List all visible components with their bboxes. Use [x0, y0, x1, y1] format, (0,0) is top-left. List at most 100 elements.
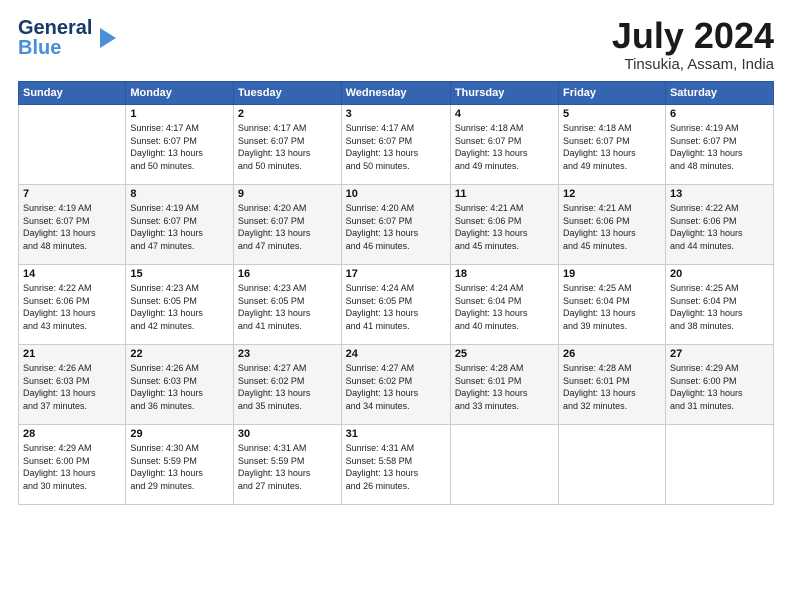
calendar-cell: 12Sunrise: 4:21 AM Sunset: 6:06 PM Dayli… — [559, 185, 666, 265]
day-number: 14 — [23, 268, 121, 280]
calendar-cell — [665, 425, 773, 505]
calendar-cell: 8 Sunrise: 4:19 AM Sunset: 6:07 PM Daylig… — [126, 185, 234, 265]
day-number: 28 — [23, 428, 121, 440]
header-sunday: Sunday — [19, 82, 126, 105]
day-info: Sunrise: 4:28 AM Sunset: 6:01 PM Dayligh… — [563, 362, 661, 412]
calendar-cell: 10 Sunrise: 4:20 AM Sunset: 6:07 PM Dayli… — [341, 185, 450, 265]
day-info: Sunrise: 4:27 AM Sunset: 6:02 PM Dayligh… — [346, 362, 446, 412]
month-year: July 2024 — [612, 18, 774, 54]
logo-blue-text: Blue — [18, 38, 92, 58]
calendar-cell: 1Sunrise: 4:17 AM Sunset: 6:07 PM Daylig… — [126, 105, 234, 185]
day-info: Sunrise: 4:25 AM Sunset: 6:04 PM Dayligh… — [670, 282, 769, 332]
calendar-cell: 17 Sunrise: 4:24 AM Sunset: 6:05 PM Dayli… — [341, 265, 450, 345]
day-number: 26 — [563, 348, 661, 360]
calendar-week-row: 7 Sunrise: 4:19 AM Sunset: 6:07 PM Daylig… — [19, 185, 774, 265]
calendar-table: Sunday Monday Tuesday Wednesday Thursday… — [18, 81, 774, 505]
calendar-cell: 13 Sunrise: 4:22 AM Sunset: 6:06 PM Dayli… — [665, 185, 773, 265]
day-number: 13 — [670, 188, 769, 200]
calendar-week-row: 1Sunrise: 4:17 AM Sunset: 6:07 PM Daylig… — [19, 105, 774, 185]
calendar-cell: 19 Sunrise: 4:25 AM Sunset: 6:04 PM Dayli… — [559, 265, 666, 345]
calendar-cell: 29 Sunrise: 4:30 AM Sunset: 5:59 PM Dayli… — [126, 425, 234, 505]
day-number: 2 — [238, 108, 337, 120]
calendar-cell: 23 Sunrise: 4:27 AM Sunset: 6:02 PM Dayli… — [233, 345, 341, 425]
calendar-cell: 18 Sunrise: 4:24 AM Sunset: 6:04 PM Dayli… — [450, 265, 558, 345]
day-info: Sunrise: 4:29 AM Sunset: 6:00 PM Dayligh… — [23, 442, 121, 492]
calendar-cell — [559, 425, 666, 505]
day-number: 17 — [346, 268, 446, 280]
day-info: Sunrise: 4:22 AM Sunset: 6:06 PM Dayligh… — [670, 202, 769, 252]
logo: General Blue — [18, 18, 122, 58]
day-info: Sunrise: 4:31 AM Sunset: 5:58 PM Dayligh… — [346, 442, 446, 492]
day-info: Sunrise: 4:18 AM Sunset: 6:07 PM Dayligh… — [563, 122, 661, 172]
header-friday: Friday — [559, 82, 666, 105]
day-number: 27 — [670, 348, 769, 360]
calendar-cell: 20 Sunrise: 4:25 AM Sunset: 6:04 PM Dayli… — [665, 265, 773, 345]
day-info: Sunrise: 4:19 AM Sunset: 6:07 PM Dayligh… — [670, 122, 769, 172]
calendar-cell: 25Sunrise: 4:28 AM Sunset: 6:01 PM Dayli… — [450, 345, 558, 425]
day-info: Sunrise: 4:18 AM Sunset: 6:07 PM Dayligh… — [455, 122, 554, 172]
header-wednesday: Wednesday — [341, 82, 450, 105]
header-tuesday: Tuesday — [233, 82, 341, 105]
day-info: Sunrise: 4:25 AM Sunset: 6:04 PM Dayligh… — [563, 282, 661, 332]
day-number: 30 — [238, 428, 337, 440]
calendar-cell: 28 Sunrise: 4:29 AM Sunset: 6:00 PM Dayli… — [19, 425, 126, 505]
day-number: 10 — [346, 188, 446, 200]
title-block: July 2024 Tinsukia, Assam, India — [612, 18, 774, 73]
calendar-cell: 9 Sunrise: 4:20 AM Sunset: 6:07 PM Daylig… — [233, 185, 341, 265]
calendar-cell: 26 Sunrise: 4:28 AM Sunset: 6:01 PM Dayli… — [559, 345, 666, 425]
calendar-cell: 24 Sunrise: 4:27 AM Sunset: 6:02 PM Dayli… — [341, 345, 450, 425]
day-info: Sunrise: 4:30 AM Sunset: 5:59 PM Dayligh… — [130, 442, 229, 492]
day-number: 19 — [563, 268, 661, 280]
day-info: Sunrise: 4:31 AM Sunset: 5:59 PM Dayligh… — [238, 442, 337, 492]
calendar-cell: 7 Sunrise: 4:19 AM Sunset: 6:07 PM Daylig… — [19, 185, 126, 265]
day-info: Sunrise: 4:17 AM Sunset: 6:07 PM Dayligh… — [130, 122, 229, 172]
calendar-cell: 14 Sunrise: 4:22 AM Sunset: 6:06 PM Dayli… — [19, 265, 126, 345]
day-info: Sunrise: 4:19 AM Sunset: 6:07 PM Dayligh… — [23, 202, 121, 252]
day-number: 15 — [130, 268, 229, 280]
day-info: Sunrise: 4:20 AM Sunset: 6:07 PM Dayligh… — [238, 202, 337, 252]
day-info: Sunrise: 4:27 AM Sunset: 6:02 PM Dayligh… — [238, 362, 337, 412]
calendar-cell: 22Sunrise: 4:26 AM Sunset: 6:03 PM Dayli… — [126, 345, 234, 425]
day-number: 20 — [670, 268, 769, 280]
calendar-cell — [450, 425, 558, 505]
logo-general-text: General — [18, 18, 92, 38]
day-number: 7 — [23, 188, 121, 200]
header-saturday: Saturday — [665, 82, 773, 105]
calendar-week-row: 14 Sunrise: 4:22 AM Sunset: 6:06 PM Dayli… — [19, 265, 774, 345]
day-number: 25 — [455, 348, 554, 360]
day-number: 31 — [346, 428, 446, 440]
location: Tinsukia, Assam, India — [612, 56, 774, 73]
day-number: 24 — [346, 348, 446, 360]
day-info: Sunrise: 4:26 AM Sunset: 6:03 PM Dayligh… — [23, 362, 121, 412]
calendar-cell: 5 Sunrise: 4:18 AM Sunset: 6:07 PM Daylig… — [559, 105, 666, 185]
logo-arrow-icon — [94, 24, 122, 52]
day-number: 8 — [130, 188, 229, 200]
calendar-cell: 16 Sunrise: 4:23 AM Sunset: 6:05 PM Dayli… — [233, 265, 341, 345]
calendar-header-row: Sunday Monday Tuesday Wednesday Thursday… — [19, 82, 774, 105]
calendar-cell — [19, 105, 126, 185]
day-info: Sunrise: 4:24 AM Sunset: 6:05 PM Dayligh… — [346, 282, 446, 332]
calendar-cell: 21 Sunrise: 4:26 AM Sunset: 6:03 PM Dayli… — [19, 345, 126, 425]
day-info: Sunrise: 4:26 AM Sunset: 6:03 PM Dayligh… — [130, 362, 229, 412]
day-info: Sunrise: 4:24 AM Sunset: 6:04 PM Dayligh… — [455, 282, 554, 332]
day-info: Sunrise: 4:20 AM Sunset: 6:07 PM Dayligh… — [346, 202, 446, 252]
header-monday: Monday — [126, 82, 234, 105]
day-number: 5 — [563, 108, 661, 120]
calendar-cell: 3Sunrise: 4:17 AM Sunset: 6:07 PM Daylig… — [341, 105, 450, 185]
day-number: 21 — [23, 348, 121, 360]
day-info: Sunrise: 4:19 AM Sunset: 6:07 PM Dayligh… — [130, 202, 229, 252]
day-number: 29 — [130, 428, 229, 440]
day-number: 16 — [238, 268, 337, 280]
calendar-cell: 27 Sunrise: 4:29 AM Sunset: 6:00 PM Dayli… — [665, 345, 773, 425]
day-number: 11 — [455, 188, 554, 200]
day-info: Sunrise: 4:22 AM Sunset: 6:06 PM Dayligh… — [23, 282, 121, 332]
day-info: Sunrise: 4:23 AM Sunset: 6:05 PM Dayligh… — [130, 282, 229, 332]
day-info: Sunrise: 4:29 AM Sunset: 6:00 PM Dayligh… — [670, 362, 769, 412]
day-info: Sunrise: 4:23 AM Sunset: 6:05 PM Dayligh… — [238, 282, 337, 332]
day-number: 9 — [238, 188, 337, 200]
calendar-cell: 11Sunrise: 4:21 AM Sunset: 6:06 PM Dayli… — [450, 185, 558, 265]
day-number: 23 — [238, 348, 337, 360]
day-info: Sunrise: 4:17 AM Sunset: 6:07 PM Dayligh… — [346, 122, 446, 172]
calendar-week-row: 28 Sunrise: 4:29 AM Sunset: 6:00 PM Dayli… — [19, 425, 774, 505]
day-number: 18 — [455, 268, 554, 280]
